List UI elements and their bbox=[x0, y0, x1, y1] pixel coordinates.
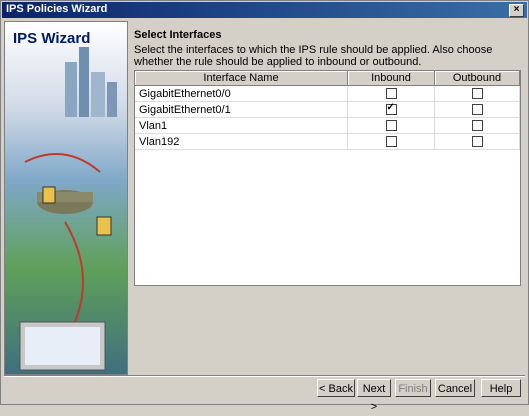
inbound-checkbox[interactable] bbox=[385, 88, 397, 100]
interface-name-cell: Vlan192 bbox=[135, 133, 348, 150]
interface-name-cell: GigabitEthernet0/1 bbox=[135, 101, 348, 118]
table-row[interactable]: GigabitEthernet0/1 bbox=[135, 101, 520, 118]
button-bar-separator bbox=[4, 375, 525, 377]
wizard-window: IPS Policies Wizard × IPS Wizard Select … bbox=[0, 0, 529, 413]
column-header-interface-name[interactable]: Interface Name bbox=[135, 71, 348, 86]
column-header-outbound[interactable]: Outbound bbox=[434, 71, 520, 86]
outbound-checkbox[interactable] bbox=[471, 88, 483, 100]
back-button[interactable]: < Back bbox=[317, 379, 355, 397]
next-button[interactable]: Next > bbox=[357, 379, 391, 413]
section-title: Select Interfaces bbox=[134, 29, 222, 41]
column-header-inbound[interactable]: Inbound bbox=[347, 71, 435, 86]
close-button[interactable]: × bbox=[509, 4, 524, 17]
inbound-checkbox[interactable] bbox=[385, 102, 397, 116]
outbound-checkbox[interactable] bbox=[471, 104, 483, 116]
wizard-content: Select Interfaces Select the interfaces … bbox=[129, 21, 526, 373]
cancel-button[interactable]: Cancel bbox=[435, 379, 475, 397]
table-row[interactable]: GigabitEthernet0/0 bbox=[135, 85, 520, 102]
inbound-checkbox[interactable] bbox=[385, 136, 397, 148]
network-illustration bbox=[19, 47, 117, 371]
title-bar: IPS Policies Wizard × bbox=[2, 2, 527, 18]
section-description: Select the interfaces to which the IPS r… bbox=[134, 44, 493, 68]
table-row[interactable]: Vlan1 bbox=[135, 117, 520, 134]
window-title: IPS Policies Wizard bbox=[6, 3, 108, 15]
outbound-checkbox[interactable] bbox=[471, 136, 483, 148]
finish-button[interactable]: Finish bbox=[395, 379, 431, 397]
table-row[interactable]: Vlan192 bbox=[135, 133, 520, 150]
wizard-banner: IPS Wizard bbox=[4, 21, 128, 375]
interfaces-table: Interface Name Inbound Outbound GigabitE… bbox=[134, 70, 521, 286]
interface-name-cell: GigabitEthernet0/0 bbox=[135, 85, 348, 102]
outbound-checkbox[interactable] bbox=[471, 120, 483, 132]
interface-name-cell: Vlan1 bbox=[135, 117, 348, 134]
help-button[interactable]: Help bbox=[481, 379, 521, 397]
inbound-checkbox[interactable] bbox=[385, 120, 397, 132]
